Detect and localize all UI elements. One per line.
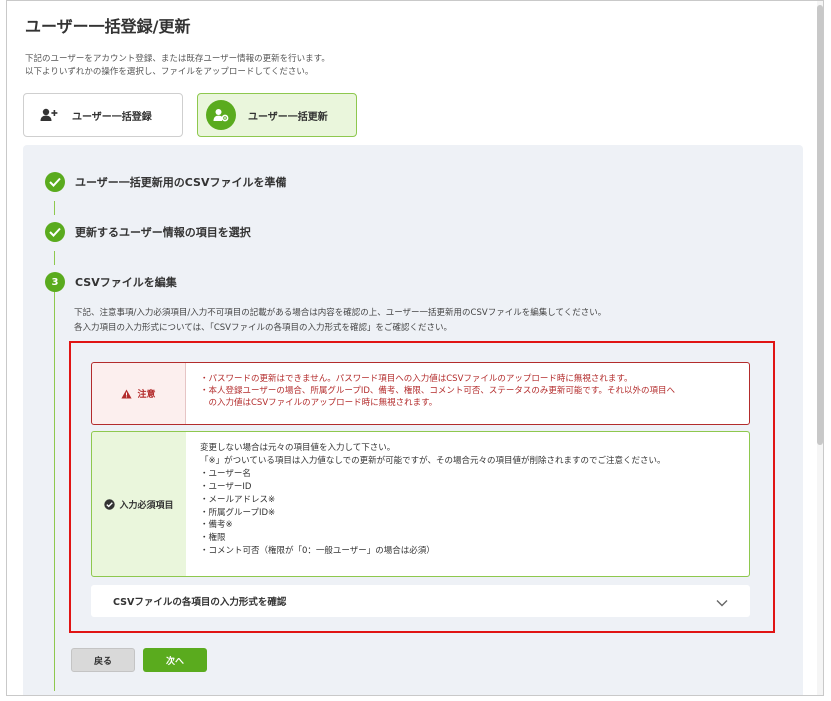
chevron-down-icon xyxy=(716,592,728,611)
required-items-line: ・ユーザー名 xyxy=(200,468,251,479)
user-add-icon xyxy=(40,108,58,122)
warning-icon xyxy=(121,389,133,399)
required-items-heading-label: 入力必須項目 xyxy=(119,500,174,511)
required-items-line: ・コメント可否（権限が「0：一般ユーザー」の場合は必須） xyxy=(200,546,435,557)
check-circle-icon xyxy=(45,222,65,242)
step-1: ユーザー一括更新用のCSVファイルを準備 xyxy=(45,172,287,192)
scrollbar-thumb[interactable] xyxy=(817,5,823,445)
bulk-update-label: ユーザー一括更新 xyxy=(248,111,328,123)
required-items-box: 入力必須項目 変更しない場合は元々の項目値を入力して下さい。 「※」がついている… xyxy=(91,431,750,577)
required-items-line: ・ユーザーID xyxy=(200,481,252,492)
scrollbar[interactable] xyxy=(817,1,823,695)
next-button[interactable]: 次へ xyxy=(143,648,207,672)
required-items-line: ・備考※ xyxy=(200,520,233,531)
required-items-line: ・権限 xyxy=(200,533,226,544)
bulk-update-button[interactable]: ユーザー一括更新 xyxy=(197,93,357,137)
required-items-body: 変更しない場合は元々の項目値を入力して下さい。 「※」がついている項目は入力値な… xyxy=(186,432,749,576)
required-items-line: 変更しない場合は元々の項目値を入力して下さい。 xyxy=(200,443,396,453)
bulk-register-label: ユーザー一括登録 xyxy=(72,111,152,123)
step-2-label: 更新するユーザー情報の項目を選択 xyxy=(75,226,251,239)
caution-line: の入力値はCSVファイルのアップロード時に無視されます。 xyxy=(200,398,438,408)
caution-heading-label: 注意 xyxy=(137,390,156,400)
page-title: ユーザー一括登録/更新 xyxy=(25,17,191,36)
step-3-description-line: 各入力項目の入力形式については、「CSVファイルの各項目の入力形式を確認」をご確… xyxy=(74,323,452,333)
caution-body: ・パスワードの更新はできません。パスワード項目への入力値はCSVファイルのアップ… xyxy=(186,363,749,424)
bulk-register-button[interactable]: ユーザー一括登録 xyxy=(23,93,183,137)
required-items-heading: 入力必須項目 xyxy=(92,432,186,576)
caution-line: ・パスワードの更新はできません。パスワード項目への入力値はCSVファイルのアップ… xyxy=(200,374,633,384)
page-frame: ユーザー一括登録/更新 下記のユーザーをアカウント登録、または既存ユーザー情報の… xyxy=(6,0,824,696)
input-format-accordion-label: CSVファイルの各項目の入力形式を確認 xyxy=(113,597,287,608)
step-3-label: CSVファイルを編集 xyxy=(75,276,177,289)
step-3: 3 CSVファイルを編集 xyxy=(45,272,177,292)
page-description: 下記のユーザーをアカウント登録、または既存ユーザー情報の更新を行います。 以下よ… xyxy=(25,53,330,79)
check-circle-icon xyxy=(45,172,65,192)
caution-heading: 注意 xyxy=(92,363,186,424)
caution-box: 注意 ・パスワードの更新はできません。パスワード項目への入力値はCSVファイルの… xyxy=(91,362,750,425)
required-items-line: 「※」がついている項目は入力値なしでの更新が可能ですが、その場合元々の項目値が削… xyxy=(200,455,666,466)
step-3-number: 3 xyxy=(45,272,65,292)
back-button[interactable]: 戻る xyxy=(71,648,135,672)
caution-line: ・本人登録ユーザーの場合、所属グループID、備考、権限、コメント可否、ステータス… xyxy=(200,386,676,396)
step-3-description: 下記、注意事項/入力必須項目/入力不可項目の記載がある場合は内容を確認の上、ユー… xyxy=(74,306,606,336)
step-connector xyxy=(54,201,55,215)
page-description-line: 下記のユーザーをアカウント登録、または既存ユーザー情報の更新を行います。 xyxy=(25,54,330,64)
required-items-line: ・メールアドレス※ xyxy=(200,494,276,505)
step-connector xyxy=(54,251,55,265)
step-2: 更新するユーザー情報の項目を選択 xyxy=(45,222,251,242)
check-circle-icon xyxy=(104,498,116,510)
step-3-description-line: 下記、注意事項/入力必須項目/入力不可項目の記載がある場合は内容を確認の上、ユー… xyxy=(74,308,607,318)
required-items-line: ・所属グループID※ xyxy=(200,507,276,518)
step-1-label: ユーザー一括更新用のCSVファイルを準備 xyxy=(75,176,287,189)
user-gear-icon xyxy=(206,100,236,130)
step-connector xyxy=(54,291,55,691)
input-format-accordion[interactable]: CSVファイルの各項目の入力形式を確認 xyxy=(91,585,750,617)
page-description-line: 以下よりいずれかの操作を選択し、ファイルをアップロードしてください。 xyxy=(25,67,314,77)
